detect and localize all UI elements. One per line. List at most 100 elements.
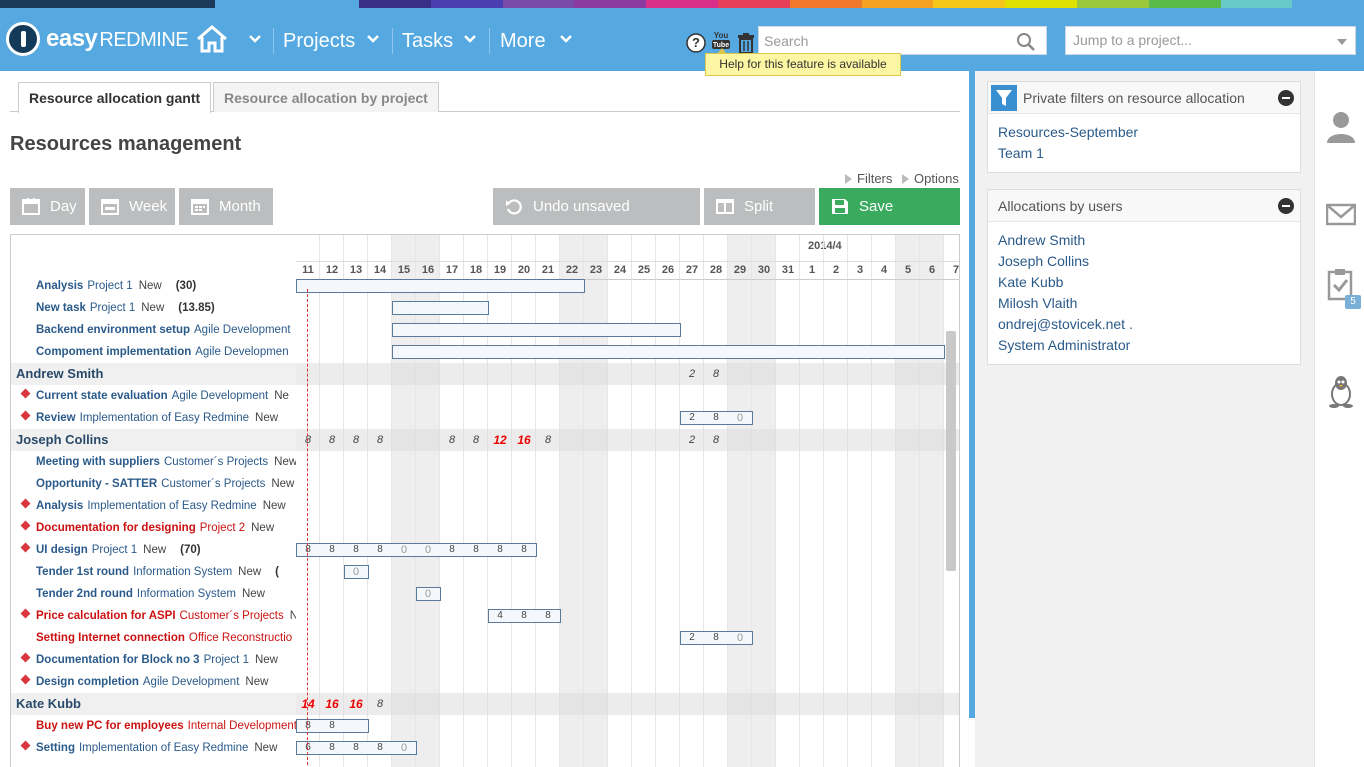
gantt-hours-cell[interactable]: 8 bbox=[296, 539, 320, 561]
gantt-hours-cell[interactable]: 8 bbox=[368, 693, 392, 715]
gantt-hours-cell[interactable]: 14 bbox=[296, 693, 320, 715]
gantt-hours-cell[interactable]: 8 bbox=[344, 539, 368, 561]
gantt-hours-cell[interactable]: 8 bbox=[368, 737, 392, 759]
gantt-hours-cell[interactable]: 0 bbox=[344, 561, 368, 583]
gantt-issue-row[interactable]: Opportunity - SATTER Customer´s Projects N… bbox=[11, 473, 296, 495]
gantt-hours-cell[interactable]: 8 bbox=[704, 363, 728, 385]
search-input[interactable] bbox=[759, 27, 1009, 54]
issue-project[interactable]: Office Reconstructio bbox=[189, 632, 292, 644]
gantt-hours-cell[interactable]: 0 bbox=[416, 583, 440, 605]
gantt-user-row[interactable]: Andrew Smith bbox=[11, 363, 296, 385]
issue-name[interactable]: Backend environment setup bbox=[36, 324, 190, 336]
gantt-hours-cell[interactable]: 8 bbox=[512, 605, 536, 627]
user-allocation-link[interactable]: ondrej@stovicek.net . bbox=[998, 314, 1290, 335]
gantt-issue-row[interactable]: Analysis Implementation of Easy Redmine Ne… bbox=[11, 495, 296, 517]
issue-name[interactable]: Analysis bbox=[36, 280, 83, 292]
issue-project[interactable]: Customer´s Projects bbox=[180, 610, 284, 622]
issue-name[interactable]: Documentation for designing bbox=[36, 522, 196, 534]
issue-project[interactable]: Agile Development bbox=[172, 390, 269, 402]
issue-project[interactable]: Information System bbox=[133, 566, 232, 578]
gantt-timeline[interactable]: 2014/4 11 12 13 14 15 16 17 18 19 20 21 22 23 24 25 26 2… bbox=[296, 235, 959, 767]
options-link[interactable]: Options bbox=[914, 171, 959, 186]
gantt-allocation-bar[interactable] bbox=[392, 301, 489, 315]
issue-name[interactable]: Design completion bbox=[36, 676, 139, 688]
gantt-issue-row[interactable]: Tender 2nd round Information System New bbox=[11, 583, 296, 605]
nav-projects[interactable]: Projects bbox=[283, 29, 355, 53]
issue-name[interactable]: Buy new PC for employees bbox=[36, 720, 184, 732]
gantt-issue-row[interactable]: Price calculation for ASPI Customer´s Pro… bbox=[11, 605, 296, 627]
gantt-user-row[interactable]: Kate Kubb bbox=[11, 693, 296, 715]
gantt-hours-cell[interactable]: 8 bbox=[320, 737, 344, 759]
gantt-hours-cell[interactable]: 6 bbox=[296, 737, 320, 759]
issue-project[interactable]: Project 1 bbox=[87, 280, 132, 292]
issue-name[interactable]: Current state evaluation bbox=[36, 390, 168, 402]
gantt-hours-cell[interactable]: 0 bbox=[392, 539, 416, 561]
gantt-hours-cell[interactable]: 8 bbox=[440, 429, 464, 451]
home-icon[interactable] bbox=[195, 24, 229, 54]
gantt-hours-cell[interactable]: 8 bbox=[440, 539, 464, 561]
user-allocation-link[interactable]: Kate Kubb bbox=[998, 272, 1290, 293]
issue-name[interactable]: Opportunity - SATTER bbox=[36, 478, 157, 490]
gantt-issue-row[interactable]: Current state evaluation Agile Developmen… bbox=[11, 385, 296, 407]
gantt-hours-cell[interactable]: 8 bbox=[320, 429, 344, 451]
issue-project[interactable]: Agile Development bbox=[194, 324, 291, 336]
search-icon[interactable] bbox=[1016, 32, 1036, 52]
gantt-issue-row[interactable]: Tender 1st round Information System New ( bbox=[11, 561, 296, 583]
linux-icon[interactable] bbox=[1326, 374, 1356, 408]
search-box[interactable] bbox=[758, 26, 1047, 55]
issue-name[interactable]: Setting Internet connection bbox=[36, 632, 185, 644]
save-changes-button[interactable]: Save changes bbox=[819, 188, 960, 252]
chevron-down-icon[interactable] bbox=[366, 34, 380, 44]
issue-project[interactable]: Information System bbox=[137, 588, 236, 600]
gantt-issue-row[interactable]: Review Implementation of Easy Redmine New bbox=[11, 407, 296, 429]
issue-project[interactable]: Agile Developmen bbox=[195, 346, 288, 358]
issue-name[interactable]: Price calculation for ASPI bbox=[36, 610, 176, 622]
issue-project[interactable]: Customer´s Projects bbox=[164, 456, 268, 468]
gantt-hours-cell[interactable]: 8 bbox=[488, 539, 512, 561]
gantt-issue-row[interactable]: Documentation for Block no 3 Project 1 New bbox=[11, 649, 296, 671]
gantt-hours-cell[interactable]: 12 bbox=[488, 429, 512, 451]
gantt-issue-row[interactable]: New task Project 1 New (13.85) bbox=[11, 297, 296, 319]
gantt-issue-row[interactable]: Documentation for designing Project 2 New bbox=[11, 517, 296, 539]
issue-project[interactable]: Agile Development bbox=[143, 676, 240, 688]
gantt-hours-cell[interactable]: 8 bbox=[368, 429, 392, 451]
user-allocation-link[interactable]: System Administrator bbox=[998, 335, 1290, 356]
gantt-hours-cell[interactable]: 8 bbox=[704, 627, 728, 649]
gantt-issue-row[interactable]: Meeting with suppliers Customer´s Project… bbox=[11, 451, 296, 473]
issue-name[interactable]: Compoment implementation bbox=[36, 346, 191, 358]
gantt-issue-row[interactable]: Design completion Agile Development New bbox=[11, 671, 296, 693]
gantt-hours-cell[interactable]: 16 bbox=[320, 693, 344, 715]
issue-project[interactable]: Project 1 bbox=[92, 544, 137, 556]
chevron-down-icon[interactable] bbox=[248, 34, 262, 44]
gantt-hours-cell[interactable]: 16 bbox=[344, 693, 368, 715]
issue-name[interactable]: Meeting with suppliers bbox=[36, 456, 160, 468]
week-button[interactable]: Week bbox=[89, 188, 175, 225]
gantt-hours-cell[interactable]: 8 bbox=[368, 539, 392, 561]
gantt-user-row[interactable]: Joseph Collins bbox=[11, 429, 296, 451]
undo-changes-button[interactable]: Undo unsaved changes bbox=[493, 188, 700, 252]
gantt-hours-cell[interactable]: 8 bbox=[464, 539, 488, 561]
gantt-hours-cell[interactable]: 16 bbox=[512, 429, 536, 451]
issue-name[interactable]: Setting bbox=[36, 742, 75, 754]
chevron-down-icon[interactable] bbox=[559, 34, 573, 44]
tab-resource-allocation-gantt[interactable]: Resource allocation gantt bbox=[18, 82, 212, 113]
gantt-hours-cell[interactable]: 0 bbox=[416, 539, 440, 561]
issue-project[interactable]: Implementation of Easy Redmine bbox=[79, 742, 248, 754]
gantt-hours-cell[interactable]: 0 bbox=[728, 627, 752, 649]
issue-name[interactable]: Tender 1st round bbox=[36, 566, 129, 578]
gantt-issue-row[interactable]: Analysis Project 1 New (30) bbox=[11, 275, 296, 297]
issue-project[interactable]: Customer´s Projects bbox=[161, 478, 265, 490]
gantt-hours-cell[interactable]: 2 bbox=[680, 429, 704, 451]
gantt-hours-cell[interactable]: 8 bbox=[296, 715, 320, 737]
gantt-hours-cell[interactable]: 8 bbox=[464, 429, 488, 451]
user-allocation-link[interactable]: Milosh Vlaith bbox=[998, 293, 1290, 314]
help-icon[interactable]: ? bbox=[685, 32, 707, 54]
issue-project[interactable]: Project 1 bbox=[90, 302, 135, 314]
issue-name[interactable]: Tender 2nd round bbox=[36, 588, 133, 600]
mail-icon[interactable] bbox=[1326, 197, 1356, 231]
private-filter-link[interactable]: Resources-September bbox=[998, 122, 1290, 143]
trash-icon[interactable] bbox=[735, 32, 757, 54]
filters-link[interactable]: Filters bbox=[857, 171, 892, 186]
gantt-hours-cell[interactable]: 2 bbox=[680, 407, 704, 429]
gantt-hours-cell[interactable]: 8 bbox=[704, 407, 728, 429]
